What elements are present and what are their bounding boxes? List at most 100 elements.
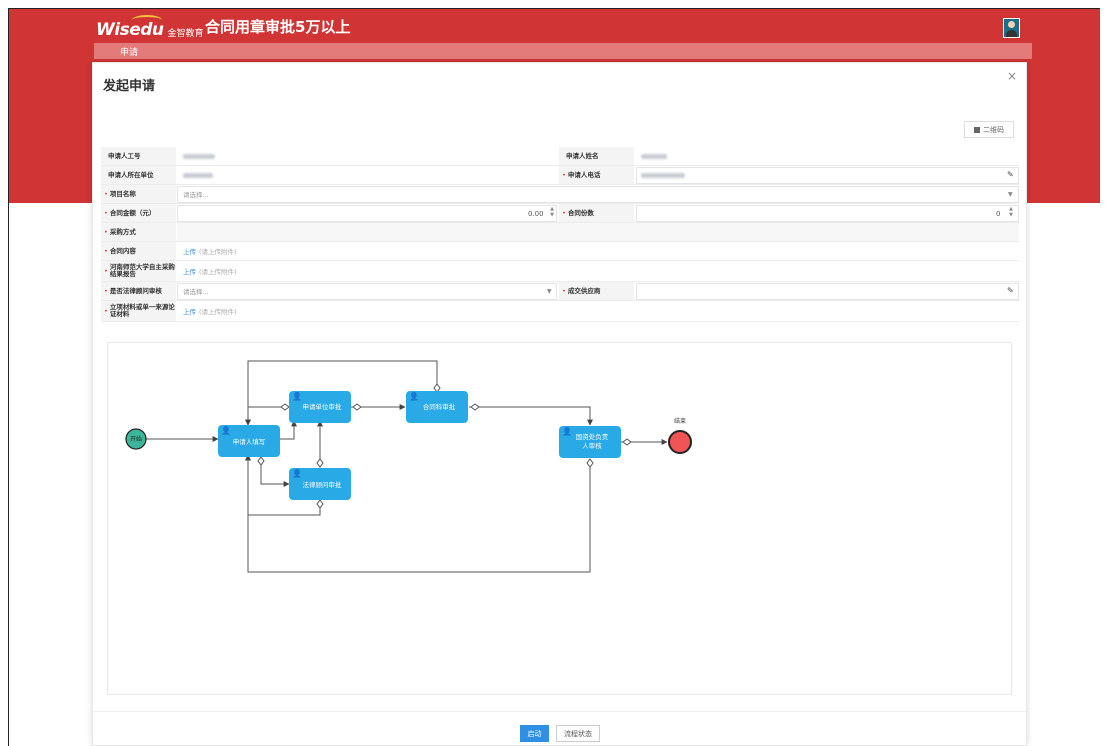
- tab-apply[interactable]: 申请: [120, 45, 138, 58]
- pencil-icon[interactable]: ✎: [1007, 286, 1014, 295]
- flow-edge: [278, 420, 297, 440]
- task-asset-head[interactable]: 👤 国资处负责 人审核: [559, 426, 621, 458]
- form-row: • 采购方式: [101, 223, 1019, 242]
- task-applying-unit[interactable]: 👤 申请单位审批: [289, 391, 351, 423]
- form-row: • 合同内容 上传 (请上传附件): [101, 242, 1019, 261]
- task-legal-counsel[interactable]: 👤 法律顾问审批: [289, 468, 351, 500]
- project-name-placeholder: 请选择...: [183, 191, 209, 199]
- user-icon: 👤: [409, 391, 419, 401]
- gateway-diamond: [352, 403, 362, 411]
- upload-hint: (请上传附件): [199, 308, 237, 316]
- flow-edge: [260, 455, 290, 487]
- legal-review-label: • 是否法律顾问审核: [101, 282, 176, 300]
- task-applicant-fill[interactable]: 👤 申请人填写: [218, 425, 280, 457]
- contract-content-label: • 合同内容: [101, 242, 176, 260]
- form-row: • 立项材料或单一来源论证材料 上传 (请上传附件): [101, 301, 1019, 322]
- applicant-phone-label: • 申请人电话: [559, 166, 634, 184]
- applicant-phone-input[interactable]: [636, 167, 1019, 184]
- application-form: 申请人工号 申请人姓名 申请人所在单位 • 申请人电话 ✎ • 项目名称 请选择..…: [101, 147, 1019, 322]
- supplier-input[interactable]: [636, 283, 1019, 300]
- legal-review-select[interactable]: [177, 283, 557, 300]
- applicant-unit-label: 申请人所在单位: [101, 166, 176, 184]
- form-row: 申请人工号 申请人姓名: [101, 147, 1019, 166]
- end-node: [668, 430, 692, 454]
- task-contract-section[interactable]: 👤 合同科审批: [406, 391, 468, 423]
- chevron-down-icon[interactable]: ▼: [1008, 191, 1013, 198]
- apply-dialog: 发起申请 × 二维码 申请人工号 申请人姓名 申请人所在单位 • 申请人电话 ✎ …: [92, 62, 1027, 746]
- applicant-id-value: [179, 147, 215, 165]
- upload-link[interactable]: 上传: [183, 266, 196, 276]
- end-label: 结束: [674, 417, 686, 425]
- gateway-diamond: [316, 499, 324, 509]
- user-icon: 👤: [292, 391, 302, 401]
- task-label: 法律顾问审批: [303, 480, 343, 489]
- user-icon: 👤: [221, 425, 231, 435]
- applicant-phone-value: [637, 166, 685, 184]
- gateway-diamond: [316, 458, 324, 468]
- pencil-icon[interactable]: ✎: [1007, 170, 1014, 179]
- user-avatar[interactable]: [1003, 18, 1020, 38]
- flow-edge: [245, 406, 289, 426]
- close-icon[interactable]: ×: [1007, 69, 1017, 83]
- form-row: • 合同金额（元） 0.00 ▲ ▼ • 合同份数 0 ▲ ▼: [101, 204, 1019, 223]
- qr-code-icon: [974, 126, 980, 133]
- process-status-button[interactable]: 流程状态: [556, 725, 600, 742]
- form-row: • 是否法律顾问审核 请选择... ▼ • 成交供应商 ✎: [101, 282, 1019, 301]
- legal-review-placeholder: 请选择...: [183, 288, 209, 296]
- purchase-report-label: • 河南师范大学自主采购结果报告: [101, 261, 176, 281]
- contract-amount-value: 0.00: [528, 210, 544, 218]
- task-label: 申请单位审批: [303, 402, 343, 411]
- gateway-diamond: [470, 403, 480, 411]
- gateway-diamond: [622, 438, 632, 446]
- start-label: 开始: [130, 435, 142, 443]
- page-title: 合同用章审批5万以上: [205, 18, 351, 36]
- brand-cn-name: 金智教育: [167, 28, 204, 39]
- copies-stepper-icon[interactable]: ▲ ▼: [1008, 206, 1014, 219]
- contract-copies-input[interactable]: [636, 205, 1019, 222]
- contract-copies-label: • 合同份数: [559, 204, 634, 222]
- project-name-select[interactable]: [177, 186, 1019, 203]
- gateway-diamond: [257, 456, 265, 466]
- applicant-name-label: 申请人姓名: [559, 147, 634, 165]
- upload-link[interactable]: 上传: [183, 246, 196, 256]
- upload-link[interactable]: 上传: [183, 306, 196, 316]
- gateway-diamond: [280, 403, 290, 411]
- qr-code-label: 二维码: [983, 125, 1004, 134]
- dialog-title: 发起申请: [103, 79, 156, 94]
- project-material-label: • 立项材料或单一来源论证材料: [101, 301, 176, 321]
- purchase-report-upload: 上传 (请上传附件): [179, 261, 237, 281]
- project-material-upload: 上传 (请上传附件): [179, 301, 237, 321]
- applicant-id-label: 申请人工号: [101, 147, 176, 165]
- chevron-down-icon[interactable]: ▼: [547, 288, 552, 295]
- sub-nav-bar: 申请: [94, 43, 1032, 59]
- form-row: • 项目名称 请选择... ▼: [101, 185, 1019, 204]
- purchase-method-label: • 采购方式: [101, 223, 176, 241]
- workflow-diagram: 开始 结束 👤 申请人填写 👤 申请单位审批 👤 合同科审批 👤 法律顾问审批 …: [107, 342, 1012, 695]
- contract-content-upload: 上传 (请上传附件): [179, 242, 237, 260]
- footer-divider: [93, 711, 1026, 712]
- start-button[interactable]: 启动: [520, 725, 549, 742]
- purchase-method-field: [177, 223, 1019, 241]
- workflow-svg: 开始 结束 👤 申请人填写 👤 申请单位审批 👤 合同科审批 👤 法律顾问审批 …: [125, 360, 692, 573]
- brand-swoosh-icon: [132, 15, 162, 25]
- upload-hint: (请上传附件): [199, 268, 237, 276]
- flow-edge: [469, 406, 593, 426]
- supplier-label: • 成交供应商: [559, 282, 634, 300]
- user-icon: 👤: [292, 468, 302, 478]
- task-label: 人审核: [582, 441, 602, 450]
- task-label: 申请人填写: [233, 437, 266, 446]
- form-row: 申请人所在单位 • 申请人电话 ✎: [101, 166, 1019, 185]
- qr-code-button[interactable]: 二维码: [964, 121, 1014, 138]
- amount-stepper-icon[interactable]: ▲ ▼: [549, 206, 555, 219]
- task-label: 合同科审批: [423, 402, 456, 411]
- gateway-diamond: [433, 383, 441, 393]
- gateway-diamond: [586, 458, 594, 468]
- applicant-unit-value: [179, 166, 213, 184]
- contract-copies-value: 0: [996, 210, 1001, 218]
- task-label: 国资处负责: [576, 432, 609, 441]
- project-name-label: • 项目名称: [101, 185, 176, 203]
- contract-amount-label: • 合同金额（元）: [101, 204, 176, 222]
- brand-logo: Wisedu 金智教育: [96, 15, 204, 40]
- applicant-name-value: [637, 147, 667, 165]
- contract-amount-input[interactable]: [177, 205, 557, 222]
